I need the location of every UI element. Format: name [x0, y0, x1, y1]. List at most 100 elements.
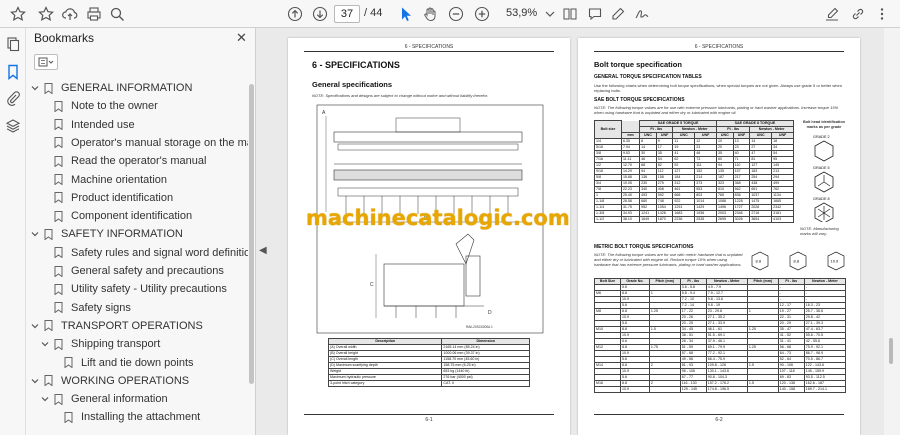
bookmark-item[interactable]: Product identification	[54, 189, 173, 207]
bookmark-section[interactable]: TRANSPORT OPERATIONS	[30, 317, 203, 335]
page-number: 6-1	[425, 417, 433, 423]
document-scroll-thumb[interactable]	[889, 338, 893, 364]
zoom-in-icon[interactable]	[472, 4, 492, 24]
svg-text:A: A	[322, 110, 326, 116]
bookmark-item[interactable]: Machine orientation	[54, 171, 167, 189]
spec-note: NOTE: Specifications and designs are sub…	[312, 93, 489, 98]
bookmark-icon	[54, 174, 63, 186]
bookmark-section[interactable]: WORKING OPERATIONS	[30, 372, 189, 390]
bookmark-item[interactable]: Operator's manual storage on the machine	[54, 134, 248, 152]
bookmark-item[interactable]: Lift and tie down points	[64, 354, 194, 372]
bookmark-icon	[54, 192, 63, 204]
page-thumbnails-icon[interactable]	[5, 36, 21, 52]
bookmark-item[interactable]: Safety signs	[54, 299, 131, 317]
bookmark-label: Installing the attachment	[81, 411, 201, 424]
table-cell: 1870	[655, 216, 674, 223]
upload-cloud-icon[interactable]	[60, 4, 80, 24]
bookmark-label: Note to the owner	[71, 100, 158, 113]
attachments-icon[interactable]	[5, 90, 21, 106]
bookmark-icon	[54, 247, 63, 259]
metric-title: METRIC BOLT TORQUE SPECIFICATIONS	[594, 244, 694, 250]
bookmark-item[interactable]: Shipping transport	[40, 335, 160, 353]
bookmark-label: Lift and tie down points	[81, 356, 194, 369]
bookmark-icon	[44, 82, 53, 94]
bookmark-label: Machine orientation	[71, 173, 168, 186]
zoom-dropdown-chevron-icon[interactable]	[540, 4, 560, 24]
bookmark-item[interactable]: General safety and precautions	[54, 262, 224, 280]
toolbar: 37 / 44 53,9%	[0, 0, 900, 28]
grade-label: GRADE 5	[813, 166, 830, 170]
bookmark-item[interactable]: Read the operator's manual	[54, 152, 206, 170]
comment-icon[interactable]	[585, 4, 605, 24]
bookmark-icon	[54, 119, 63, 131]
header-rule	[304, 51, 554, 52]
page-total: / 44	[364, 7, 383, 19]
table-row: 3-point hitch category CAT. II	[327, 380, 530, 387]
next-page-icon[interactable]	[310, 4, 330, 24]
select-cursor-icon[interactable]	[396, 4, 416, 24]
sidebar-scroll-thumb[interactable]	[249, 84, 254, 384]
collapse-panel-icon[interactable]: ◀	[259, 245, 267, 256]
chevron-down-icon[interactable]	[40, 394, 50, 404]
bookmark-options-button[interactable]	[34, 54, 58, 70]
bookmark-item[interactable]: Component identification	[54, 207, 192, 225]
grade-label: GRADE 2	[813, 135, 830, 139]
panel-title: Bookmarks	[34, 31, 95, 45]
bookmark-section[interactable]: GENERAL INFORMATION	[30, 79, 192, 97]
previous-page-icon[interactable]	[285, 4, 305, 24]
pdf-viewer: 37 / 44 53,9% Bookmarks ✕ GENERAL INFORM…	[0, 0, 900, 435]
chevron-down-icon[interactable]	[30, 83, 40, 93]
more-menu-icon[interactable]	[872, 4, 892, 24]
hand-tool-icon[interactable]	[420, 4, 440, 24]
chevron-down-icon[interactable]	[30, 376, 40, 386]
chevron-down-icon[interactable]	[40, 339, 50, 349]
zoom-out-icon[interactable]	[446, 4, 466, 24]
bookmark-item[interactable]: Note to the owner	[54, 97, 158, 115]
bookmark-section[interactable]: SAFETY INFORMATION	[30, 225, 183, 243]
bookmark-label: Operator's manual storage on the machine	[71, 136, 248, 149]
bookmark-label: GENERAL INFORMATION	[61, 82, 193, 94]
table-cell: 1649	[639, 216, 657, 223]
search-icon[interactable]	[107, 4, 127, 24]
layers-icon[interactable]	[5, 118, 21, 134]
sidebar-rail	[0, 28, 26, 435]
bookmark-item[interactable]: General information	[40, 390, 168, 408]
zoom-level[interactable]: 53,9%	[506, 7, 537, 19]
bookmarks-icon[interactable]	[5, 64, 21, 80]
watermark-text: machinecatalogic.com	[306, 206, 570, 230]
table-cell: 129 - 145	[679, 386, 707, 393]
document-scrollbar[interactable]	[884, 28, 900, 435]
edit-sign-icon[interactable]	[822, 4, 842, 24]
metric-class-label: 8.8	[794, 259, 800, 264]
bookmark-item[interactable]: Utility safety - Utility precautions	[54, 280, 227, 298]
bookmark-item[interactable]: Safety rules and signal word definitions	[54, 244, 248, 262]
page-number-input[interactable]: 37	[334, 5, 360, 23]
bookmark-icon	[44, 320, 53, 332]
bookmark-star-icon[interactable]	[8, 4, 28, 24]
star-icon[interactable]	[36, 4, 56, 24]
intro-paragraph: Use the following charts when determinin…	[594, 83, 842, 93]
table-header: Bolt size	[594, 120, 622, 139]
table-cell: 2535	[694, 216, 717, 223]
chevron-down-icon[interactable]	[30, 321, 40, 331]
document-viewport[interactable]: 6 - SPECIFICATIONS 6 - SPECIFICATIONS Ge…	[270, 28, 880, 435]
svg-text:C: C	[370, 282, 374, 288]
bookmark-item[interactable]: Installing the attachment	[64, 408, 200, 426]
share-link-icon[interactable]	[848, 4, 868, 24]
bookmark-item[interactable]: Intended use	[54, 116, 135, 134]
table-cell	[648, 386, 681, 393]
sidebar-scrollbar[interactable]	[249, 78, 254, 435]
bookmark-label: Intended use	[71, 118, 135, 131]
sign-icon[interactable]	[632, 4, 652, 24]
page-header: 6 - SPECIFICATIONS	[694, 44, 744, 50]
close-icon[interactable]: ✕	[236, 31, 247, 44]
table-cell: 189.7 - 214.1	[803, 386, 847, 393]
highlight-pen-icon[interactable]	[608, 4, 628, 24]
bookmark-icon	[44, 228, 53, 241]
sae-note: NOTE: The following torque values are fo…	[594, 105, 839, 115]
print-icon[interactable]	[84, 4, 104, 24]
bookmark-icon	[64, 357, 73, 369]
page-layout-icon[interactable]	[560, 4, 580, 24]
chevron-down-icon[interactable]	[30, 229, 40, 239]
bookmark-label: Product identification	[71, 191, 174, 204]
